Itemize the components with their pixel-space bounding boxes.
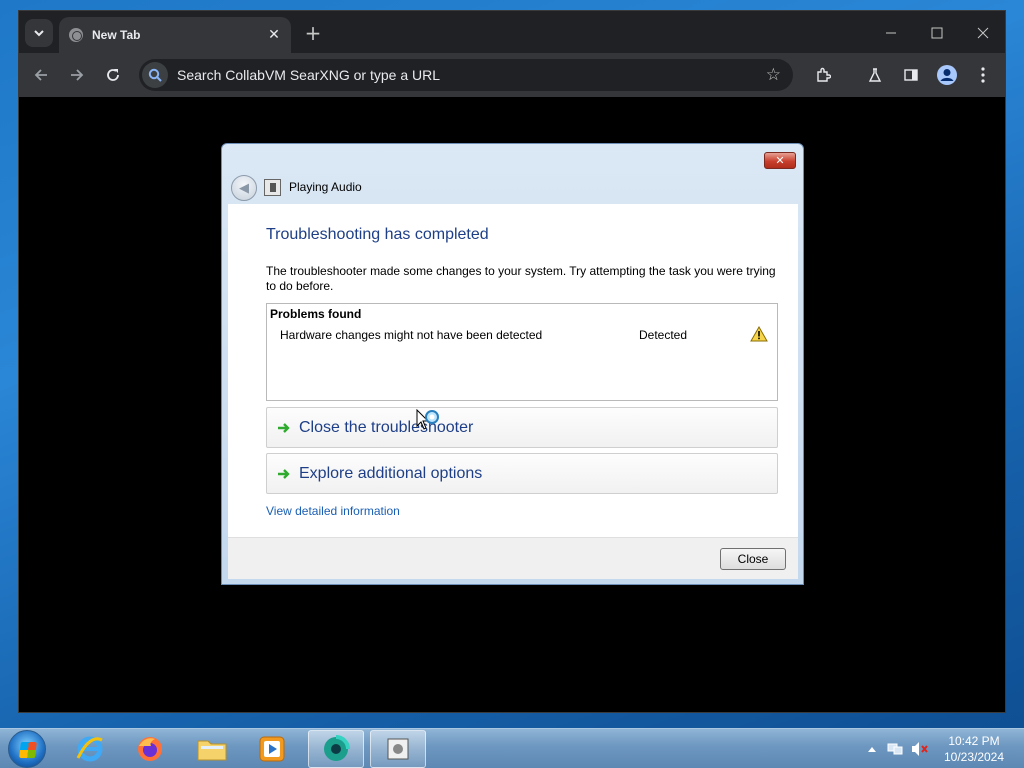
dialog-title: Playing Audio [289, 180, 362, 194]
problem-status: Detected [639, 328, 688, 342]
option-label: Close the troubleshooter [299, 418, 474, 436]
troubleshooter-dialog: ✕ ◀ Playing Audio Troubleshooting has co… [221, 143, 804, 585]
problems-header: Problems found [270, 307, 362, 321]
firefox-icon[interactable] [122, 730, 178, 768]
green-arrow-icon [278, 422, 290, 433]
address-bar[interactable]: Search CollabVM SearXNG or type a URL ☆ [139, 59, 793, 91]
tab-close-icon[interactable]: ✕ [263, 24, 285, 46]
tab-title: New Tab [92, 28, 141, 42]
dialog-close-button[interactable]: ✕ [764, 152, 796, 169]
dialog-description: The troubleshooter made some changes to … [266, 264, 776, 293]
problem-name: Hardware changes might not have been det… [280, 328, 543, 342]
warning-icon [750, 326, 768, 342]
volume-muted-icon[interactable] [910, 741, 930, 757]
troubleshooter-app-icon [264, 179, 281, 196]
reload-icon[interactable] [99, 61, 127, 89]
network-icon[interactable] [886, 741, 904, 757]
new-tab-button[interactable]: + [301, 21, 325, 45]
start-button[interactable] [8, 730, 46, 768]
clock-date: 10/23/2024 [943, 750, 1005, 764]
problems-found-panel: Problems found Hardware changes might no… [266, 303, 778, 401]
bookmark-star-icon[interactable]: ☆ [766, 65, 781, 85]
globe-icon [69, 28, 83, 42]
media-player-icon[interactable] [244, 730, 300, 768]
busy-cursor-icon [416, 409, 439, 430]
kebab-menu-icon[interactable] [969, 61, 997, 89]
close-button[interactable]: Close [720, 548, 786, 570]
profile-avatar-icon[interactable] [933, 61, 961, 89]
show-hidden-icons-icon[interactable] [866, 744, 878, 754]
extensions-icon[interactable] [809, 61, 837, 89]
window-close-button[interactable] [961, 19, 1005, 47]
option-label: Explore additional options [299, 464, 483, 482]
tab-search-button[interactable] [25, 19, 53, 47]
internet-explorer-icon[interactable] [62, 730, 118, 768]
close-troubleshooter-option[interactable]: Close the troubleshooter [266, 407, 778, 448]
browser-toolbar: Search CollabVM SearXNG or type a URL ☆ [19, 53, 1005, 97]
view-details-link[interactable]: View detailed information [266, 504, 400, 518]
explore-options-option[interactable]: Explore additional options [266, 453, 778, 494]
file-explorer-icon[interactable] [184, 730, 240, 768]
dialog-footer: Close [228, 537, 798, 579]
green-arrow-icon [278, 468, 290, 479]
address-bar-placeholder: Search CollabVM SearXNG or type a URL [177, 67, 440, 83]
system-tray [866, 729, 930, 768]
dialog-content: Troubleshooting has completed The troubl… [228, 204, 798, 537]
tab-new-tab[interactable]: New Tab ✕ [59, 17, 291, 53]
tab-strip: New Tab ✕ + [19, 11, 1005, 53]
taskbar-clock[interactable]: 10:42 PM 10/23/2024 [936, 733, 1012, 765]
search-icon [142, 62, 168, 88]
side-panel-icon[interactable] [897, 61, 925, 89]
back-arrow-icon[interactable]: ◀ [231, 175, 257, 201]
canary-browser-icon[interactable] [308, 730, 364, 768]
taskbar: 10:42 PM 10/23/2024 [0, 728, 1024, 768]
troubleshooter-taskbar-icon[interactable] [370, 730, 426, 768]
dialog-heading: Troubleshooting has completed [266, 226, 489, 243]
minimize-button[interactable] [869, 19, 913, 47]
labs-flask-icon[interactable] [861, 61, 889, 89]
maximize-button[interactable] [915, 19, 959, 47]
back-arrow-icon[interactable] [27, 61, 55, 89]
clock-time: 10:42 PM [948, 734, 1000, 748]
forward-arrow-icon[interactable] [63, 61, 91, 89]
chevron-down-icon [34, 30, 44, 37]
